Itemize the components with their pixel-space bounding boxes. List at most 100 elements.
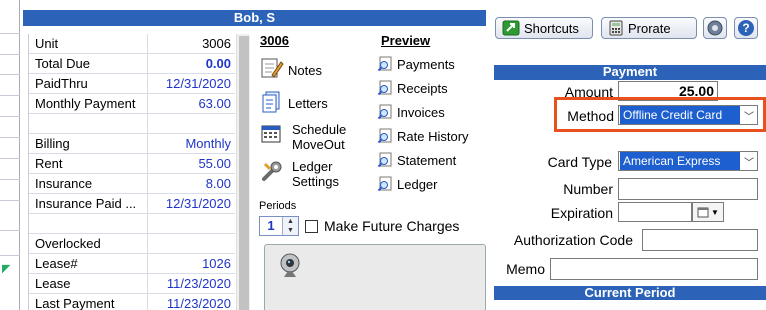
left-panel-icon: ◤	[2, 263, 11, 275]
preview-item-label: Ledger	[397, 176, 438, 192]
scrollbar-thumb[interactable]	[239, 36, 249, 310]
preview-rate-history[interactable]: Rate History	[377, 124, 487, 148]
info-row-label: Insurance Paid ...	[35, 196, 137, 211]
payment-header: Payment	[494, 65, 766, 80]
info-row: Total Due 0.00	[29, 54, 235, 74]
info-row-value: 3006	[202, 36, 231, 51]
info-row: Rent 55.00	[29, 154, 235, 174]
memo-input[interactable]	[550, 258, 758, 280]
customer-name-header: Bob, S	[23, 10, 486, 26]
periods-value: 1	[267, 218, 275, 233]
info-row-label: Last Payment	[35, 296, 115, 310]
prorate-label: Prorate	[628, 20, 671, 36]
preview-receipts[interactable]: Receipts	[377, 76, 487, 100]
shortcuts-button[interactable]: Shortcuts	[495, 17, 593, 39]
info-row	[29, 214, 235, 234]
letters-label: Letters	[288, 96, 328, 111]
magnifier-page-icon	[377, 152, 392, 168]
card-type-selected-value: American Express	[620, 152, 740, 170]
calendar-icon	[261, 125, 281, 143]
magnifier-page-icon	[377, 104, 392, 120]
prorate-button[interactable]: Prorate	[601, 17, 697, 39]
shortcuts-label: Shortcuts	[524, 20, 579, 36]
auth-code-label: Authorization Code	[513, 232, 633, 248]
info-row: Insurance Paid ... 12/31/2020	[29, 194, 235, 214]
info-row-label: Total Due	[35, 56, 90, 71]
current-period-header: Current Period	[494, 286, 766, 300]
auth-code-input[interactable]	[642, 229, 758, 251]
make-future-charges-checkbox[interactable]	[305, 220, 318, 233]
info-row-label: Unit	[35, 36, 59, 51]
letters-action[interactable]: Letters	[260, 90, 328, 114]
info-row-divider	[147, 154, 148, 173]
webcam-icon	[280, 253, 300, 277]
info-row-divider	[147, 254, 148, 273]
info-row-label: PaidThru	[35, 76, 88, 91]
current-period-body	[494, 300, 766, 310]
info-row: Last Payment 11/23/2020	[29, 294, 235, 310]
expiration-label: Expiration	[550, 205, 613, 221]
info-row-divider	[147, 174, 148, 193]
info-row: Overlocked	[29, 234, 235, 254]
notes-action[interactable]: Notes	[260, 56, 322, 80]
card-type-select[interactable]: American Express ﹀	[618, 151, 758, 171]
info-row	[29, 114, 235, 134]
notes-icon	[261, 58, 284, 78]
card-type-label: Card Type	[547, 154, 612, 170]
info-row-value: 12/31/2020	[165, 196, 231, 211]
preview-ledger[interactable]: Ledger	[377, 172, 487, 196]
info-row-divider	[147, 274, 148, 293]
method-highlight-box	[554, 97, 766, 132]
info-row-label: Lease#	[35, 256, 78, 271]
info-row-value: 63.00	[198, 96, 231, 111]
magnifier-page-icon	[377, 128, 392, 144]
preview-item-label: Invoices	[397, 104, 445, 120]
info-row: Lease 11/23/2020	[29, 274, 235, 294]
info-row-value: 0.00	[205, 56, 231, 71]
schedule-moveout-label: Schedule MoveOut	[292, 122, 347, 152]
preview-payments[interactable]: Payments	[377, 52, 487, 76]
preview-item-label: Rate History	[397, 128, 469, 144]
info-row-divider	[147, 294, 148, 310]
preview-invoices[interactable]: Invoices	[377, 100, 487, 124]
notes-label: Notes	[288, 63, 322, 78]
expiration-input[interactable]	[618, 202, 692, 222]
magnifier-page-icon	[377, 80, 392, 96]
periods-stepper[interactable]: 1 ▲ ▼	[259, 216, 299, 236]
help-icon: ?	[738, 20, 754, 36]
wrench-icon	[262, 161, 282, 181]
settings-button[interactable]	[703, 17, 727, 39]
camera-capture-button[interactable]	[264, 244, 486, 310]
spin-arrows-icon[interactable]: ▲ ▼	[282, 217, 298, 235]
ledger-settings-action[interactable]: Ledger Settings	[260, 159, 339, 189]
calendar-icon	[697, 207, 709, 218]
preview-heading: Preview	[381, 33, 431, 48]
info-row-divider	[147, 234, 148, 253]
preview-statement[interactable]: Statement	[377, 148, 487, 172]
info-row-label: Overlocked	[35, 236, 101, 251]
info-row: Insurance 8.00	[29, 174, 235, 194]
info-row-value: 1026	[202, 256, 231, 271]
info-row-label: Billing	[35, 136, 70, 151]
info-row: Monthly Payment 63.00	[29, 94, 235, 114]
left-panel-edge: ◤	[0, 0, 20, 310]
info-row-value: Monthly	[185, 136, 231, 151]
info-row-label: Insurance	[35, 176, 93, 191]
chevron-down-icon[interactable]: ﹀	[741, 154, 757, 169]
info-row-divider	[147, 114, 148, 133]
info-row-value: 8.00	[205, 176, 231, 191]
info-row-label: Monthly Payment	[35, 96, 136, 111]
date-picker-button[interactable]: ▼	[692, 202, 724, 222]
info-row: Lease# 1026	[29, 254, 235, 274]
gear-icon	[707, 20, 723, 36]
info-row: PaidThru 12/31/2020	[29, 74, 235, 94]
info-row-divider	[147, 74, 148, 93]
unit-heading: 3006	[260, 33, 289, 48]
info-row-divider	[147, 214, 148, 233]
letters-icon	[262, 91, 280, 113]
card-number-input[interactable]	[618, 178, 758, 200]
help-button[interactable]: ?	[734, 17, 758, 39]
info-scrollbar[interactable]	[236, 34, 250, 310]
schedule-moveout-action[interactable]: Schedule MoveOut	[260, 122, 346, 152]
ledger-settings-label: Ledger Settings	[292, 159, 339, 189]
